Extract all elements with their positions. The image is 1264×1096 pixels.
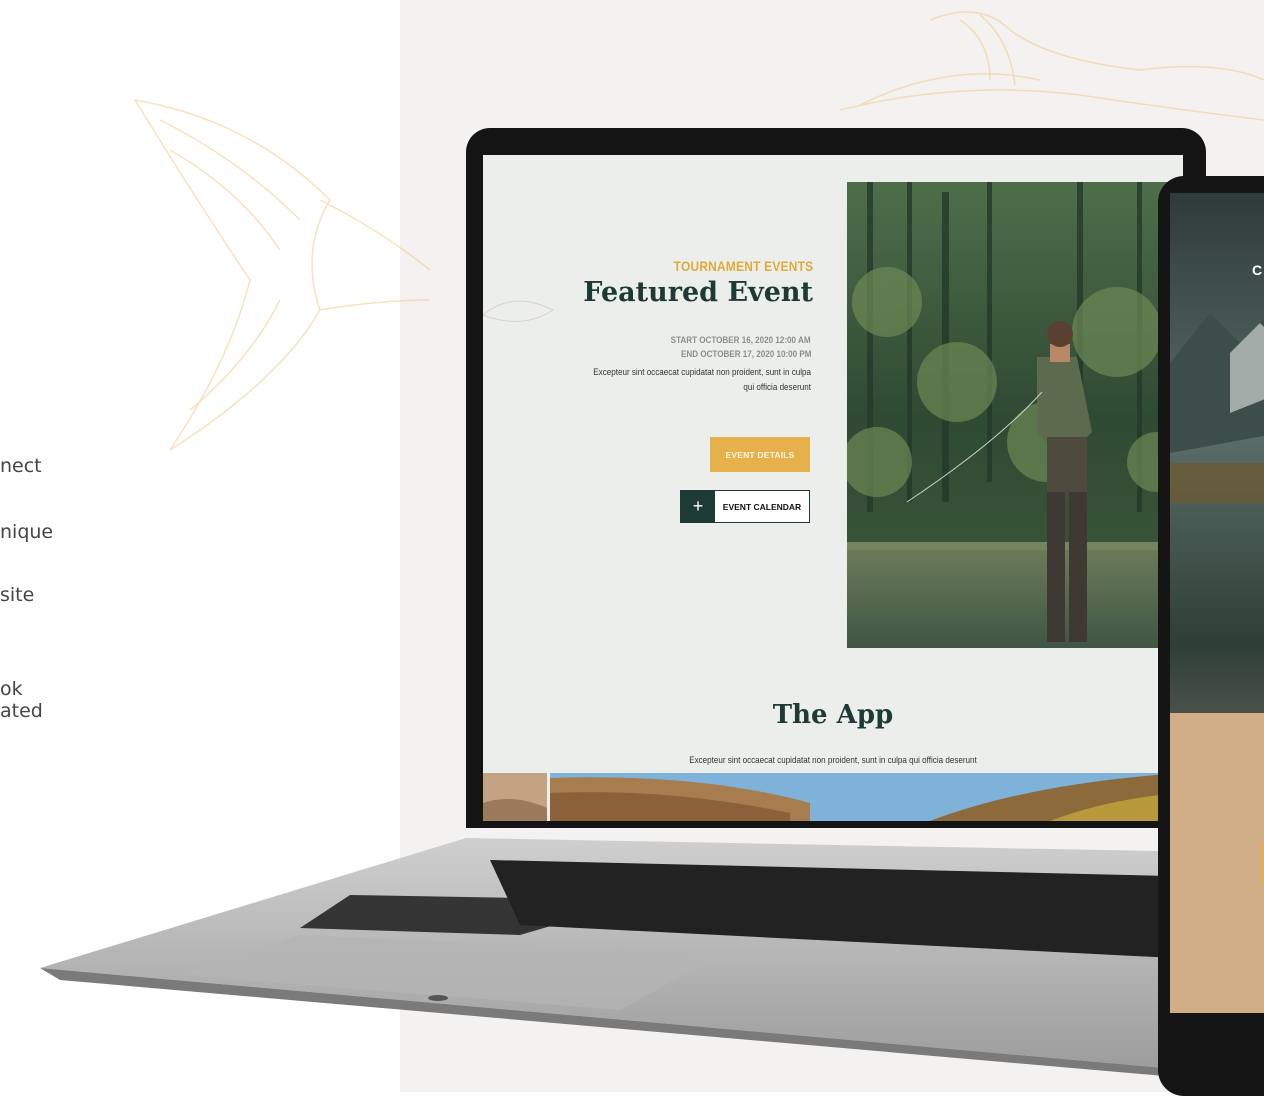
featured-event-title: Featured Event <box>583 277 813 308</box>
tournament-events-eyebrow: TOURNAMENT EVENTS <box>673 258 813 274</box>
event-calendar-label: EVENT CALENDAR <box>722 501 802 512</box>
the-app-description: Excepteur sint occaecat cupidatat non pr… <box>689 755 977 766</box>
event-calendar-button[interactable]: + EVENT CALENDAR <box>680 490 810 523</box>
tablet-logo-letter: C <box>1252 262 1262 278</box>
landscape-banner <box>550 773 1183 821</box>
hero-fishing-photo <box>847 182 1183 648</box>
laptop-screen: TOURNAMENT EVENTS Featured Event START O… <box>483 155 1183 821</box>
event-start-date: START OCTOBER 16, 2020 12:00 AM <box>671 335 811 346</box>
event-description: Excepteur sint occaecat cupidatat non pr… <box>593 367 811 393</box>
the-app-title: The App <box>772 700 894 730</box>
fish-watermark-icon <box>483 300 554 322</box>
event-details-button[interactable]: EVENT DETAILS <box>710 437 810 472</box>
plus-icon: + <box>681 491 715 522</box>
event-end-date: END OCTOBER 17, 2020 10:00 PM <box>680 349 811 360</box>
second-device-screen: C <box>1170 193 1264 1013</box>
landscape-thumbnail-1 <box>483 773 547 821</box>
